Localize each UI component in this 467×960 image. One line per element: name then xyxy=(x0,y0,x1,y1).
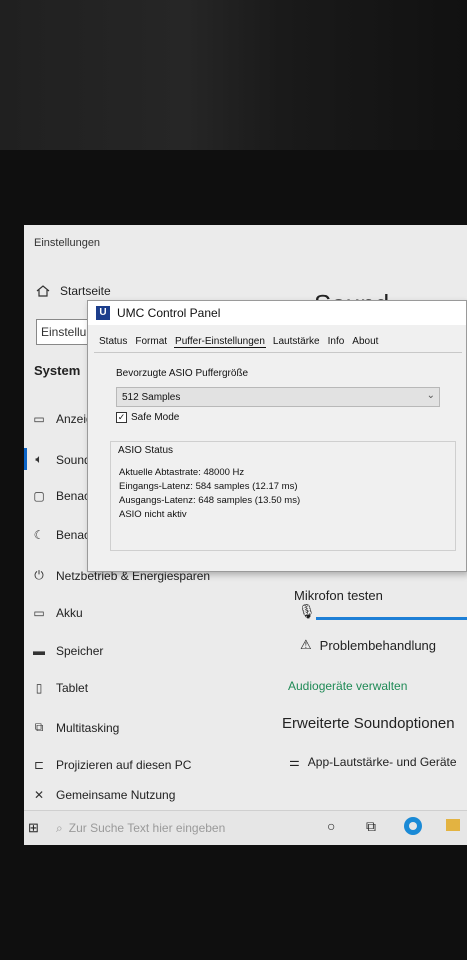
output-latency-text: Ausgangs-Latenz: 648 samples (13.50 ms) xyxy=(119,495,301,506)
dialog-title: UMC Control Panel xyxy=(117,306,221,320)
mic-level-bar xyxy=(316,617,467,620)
dialog-titlebar[interactable]: U UMC Control Panel xyxy=(88,301,466,325)
nav-item-shared[interactable]: ✕ Gemeinsame Nutzung xyxy=(32,788,175,802)
cortana-icon[interactable]: ○ xyxy=(327,818,335,834)
power-icon: ⏻ xyxy=(34,568,44,582)
background-wall xyxy=(0,0,467,160)
app-volume-label: App-Lautstärke- und Geräte xyxy=(307,755,457,769)
battery-icon: ▭ xyxy=(33,606,45,620)
tablet-icon: ▯ xyxy=(35,681,43,695)
nav-item-label: Speicher xyxy=(56,644,104,658)
troubleshoot-label: Problembehandlung xyxy=(319,637,437,653)
nav-item-battery[interactable]: ▭ Akku xyxy=(32,606,83,620)
section-label: System xyxy=(34,363,81,378)
nav-item-label: Akku xyxy=(56,606,83,620)
nav-item-label: Gemeinsame Nutzung xyxy=(56,788,176,802)
umc-control-panel-dialog: U UMC Control Panel Status Format Puffer… xyxy=(87,300,467,572)
file-explorer-icon[interactable] xyxy=(446,819,460,831)
checkbox-checked-icon: ✓ xyxy=(116,412,127,423)
mic-test-label: Mikrofon testen xyxy=(294,588,383,603)
nav-item-label: Projizieren auf diesen PC xyxy=(56,758,192,772)
tab-volume[interactable]: Lautstärke xyxy=(272,336,321,348)
nav-item-tablet[interactable]: ▯ Tablet xyxy=(32,681,88,695)
notification-icon: ▢ xyxy=(33,489,45,503)
nav-item-project[interactable]: ⊏ Projizieren auf diesen PC xyxy=(32,758,191,772)
tab-buffer-settings[interactable]: Puffer-Einstellungen xyxy=(174,336,266,348)
tab-format[interactable]: Format xyxy=(134,336,168,348)
asio-status-lines: Aktuelle Abtastrate: 48000 Hz Eingangs-L… xyxy=(119,466,300,522)
chevron-down-icon: ⌄ xyxy=(426,390,435,401)
sample-rate-text: Aktuelle Abtastrate: 48000 Hz xyxy=(119,467,245,478)
home-label: Startseite xyxy=(60,284,111,298)
tab-status[interactable]: Status xyxy=(98,336,128,348)
asio-state-text: ASIO nicht aktiv xyxy=(119,509,187,520)
nav-item-label: Multitasking xyxy=(56,720,120,735)
dialog-tabs: Status Format Puffer-Einstellungen Lauts… xyxy=(98,336,379,348)
app-volume-link[interactable]: ⚌ App-Lautstärke- und Geräte xyxy=(289,755,457,769)
nav-item-multitasking[interactable]: ⧉ Multitasking xyxy=(32,720,120,735)
speaker-icon: 🔈︎ xyxy=(35,452,43,466)
selected-indicator xyxy=(24,448,27,470)
nav-item-label: Tablet xyxy=(56,681,89,695)
home-icon xyxy=(36,285,50,297)
tab-about[interactable]: About xyxy=(351,336,379,348)
project-icon: ⊏ xyxy=(33,758,45,772)
storage-icon: ▬ xyxy=(33,644,45,658)
input-latency-text: Eingangs-Latenz: 584 samples (12.17 ms) xyxy=(119,481,298,492)
tab-info[interactable]: Info xyxy=(327,336,346,348)
sliders-icon: ⚌ xyxy=(289,755,300,769)
manage-devices-link[interactable]: Audiogeräte verwalten xyxy=(288,679,407,693)
warning-icon: ⚠︎ xyxy=(300,637,312,652)
monitor-icon: ▭ xyxy=(33,412,45,426)
edge-browser-icon[interactable] xyxy=(404,817,422,835)
asio-status-group: ASIO Status Aktuelle Abtastrate: 48000 H… xyxy=(110,441,456,551)
screen: Einstellungen Startseite Einstellun Syst… xyxy=(24,225,467,845)
share-icon: ✕ xyxy=(33,788,45,802)
taskbar-search-placeholder: Zur Suche Text hier eingeben xyxy=(68,821,226,835)
task-view-icon[interactable]: ⧉ xyxy=(366,818,376,835)
umc-logo-icon: U xyxy=(96,306,110,320)
nav-item-storage[interactable]: ▬ Speicher xyxy=(32,644,103,658)
taskbar-search[interactable]: ⌕ Zur Suche Text hier eingeben xyxy=(56,821,225,836)
tabs-divider xyxy=(94,352,462,353)
microphone-icon: 🎙︎ xyxy=(298,603,316,619)
multitasking-icon: ⧉ xyxy=(34,720,44,734)
troubleshoot-button[interactable]: ⚠︎ Problembehandlung xyxy=(300,637,436,653)
settings-window-title: Einstellungen xyxy=(34,237,101,249)
home-link[interactable]: Startseite xyxy=(36,284,111,298)
nav-item-sound[interactable]: 🔈︎ Sound xyxy=(32,452,91,467)
buffer-size-select[interactable]: 512 Samples ⌄ xyxy=(116,387,440,407)
advanced-heading: Erweiterte Soundoptionen xyxy=(282,715,455,732)
safe-mode-checkbox[interactable]: ✓ Safe Mode xyxy=(116,412,179,423)
buffer-size-value: 512 Samples xyxy=(122,392,181,403)
asio-status-title: ASIO Status xyxy=(116,445,176,456)
buffer-size-label: Bevorzugte ASIO Puffergröße xyxy=(116,368,249,379)
nav-item-label: Sound xyxy=(56,452,91,467)
windows-start-icon[interactable]: ⊞ xyxy=(28,820,39,836)
taskbar: ⊞ ⌕ Zur Suche Text hier eingeben ○ ⧉ xyxy=(24,810,467,845)
moon-icon: ☾ xyxy=(33,528,45,542)
search-icon: ⌕ xyxy=(56,821,63,835)
safe-mode-label: Safe Mode xyxy=(131,412,180,423)
